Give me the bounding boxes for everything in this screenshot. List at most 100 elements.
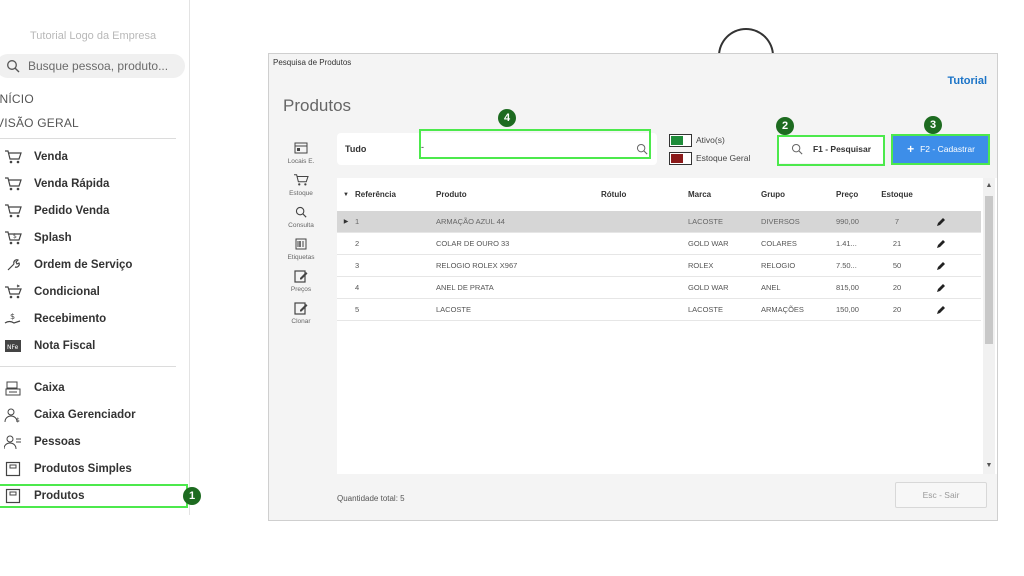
edit-icon[interactable] [916, 261, 966, 271]
sidebar-item-pessoas[interactable]: Pessoas [0, 430, 188, 454]
register-icon [4, 379, 22, 397]
table-row[interactable]: 5 LACOSTE LACOSTE ARMAÇÕES 150,00 20 [337, 299, 981, 321]
cart-arrow-icon [4, 283, 22, 301]
tool-label: Preços [290, 286, 312, 293]
sidebar-item-label: Produtos Simples [34, 463, 132, 475]
cell-produto: LACOSTE [436, 305, 472, 314]
sidebar-item-label: Nota Fiscal [34, 340, 96, 352]
cell-grupo: ARMAÇÕES [761, 305, 804, 314]
column-header-estoque[interactable]: Estoque [878, 190, 916, 199]
hand-money-icon: $ [4, 310, 22, 328]
table-row[interactable]: 2 COLAR DE OURO 33 GOLD WAR COLARES 1.41… [337, 233, 981, 255]
scrollbar-thumb[interactable] [985, 196, 993, 344]
sidebar-item-ordem-servico[interactable]: Ordem de Serviço [0, 253, 188, 277]
tool-label: Estoque [289, 190, 313, 197]
table-row[interactable]: 3 RELOGIO ROLEX X967 ROLEX RELOGIO 7.50.… [337, 255, 981, 277]
exit-button[interactable]: Esc - Sair [895, 482, 987, 508]
highlight-add-button [891, 134, 990, 165]
window-title: Pesquisa de Produtos [273, 58, 352, 67]
box-icon [4, 487, 22, 505]
cart-icon [4, 148, 22, 166]
column-header-referencia[interactable]: Referência [355, 190, 436, 199]
product-search-window: Pesquisa de Produtos Tutorial Produtos L… [268, 53, 998, 521]
cell-ref: 4 [355, 283, 360, 292]
sidebar-item-label: Pedido Venda [34, 205, 110, 217]
sidebar-item-pedido-venda[interactable]: Pedido Venda [0, 199, 188, 223]
cell-grupo: ANEL [761, 283, 781, 292]
cart-icon [4, 202, 22, 220]
cell-marca: GOLD WAR [688, 239, 729, 248]
row-indicator-icon: ▶ [343, 219, 349, 225]
search-icon [7, 60, 20, 73]
sidebar-item-produtos[interactable]: Produtos [0, 484, 188, 508]
cell-marca: LACOSTE [688, 305, 724, 314]
cart-icon [4, 175, 22, 193]
svg-text:$: $ [16, 417, 20, 423]
table-row[interactable]: ▶ 1 ARMAÇÃO AZUL 44 LACOSTE DIVERSOS 990… [337, 211, 981, 233]
cell-ref: 3 [355, 261, 360, 270]
cell-produto: RELOGIO ROLEX X967 [436, 261, 518, 270]
cell-ref: 2 [355, 239, 360, 248]
sidebar-item-label: Pessoas [34, 436, 81, 448]
sidebar-item-produtos-simples[interactable]: Produtos Simples [0, 457, 188, 481]
column-header-rotulo[interactable]: Rótulo [601, 190, 688, 199]
column-header-grupo[interactable]: Grupo [761, 190, 836, 199]
sidebar-item-recebimento[interactable]: $ Recebimento [0, 307, 188, 331]
sidebar-item-nota-fiscal[interactable]: NFe Nota Fiscal [0, 334, 188, 358]
table-scrollbar[interactable]: ▲ ▼ [983, 178, 995, 474]
cell-estoque: 20 [892, 283, 902, 292]
sidebar-item-caixa-gerenciador[interactable]: $ Caixa Gerenciador [0, 403, 188, 427]
products-table: ▼ Referência Produto Rótulo Marca Grupo … [337, 178, 997, 474]
tool-label: Clonar [291, 318, 311, 325]
sort-arrow-icon[interactable]: ▼ [337, 192, 355, 198]
svg-text:NFe: NFe [7, 344, 19, 351]
sidebar-search[interactable]: Busque pessoa, produto... [0, 54, 185, 78]
edit-price-icon [293, 268, 309, 284]
sidebar-divider [0, 138, 176, 139]
sidebar-item-condicional[interactable]: Condicional [0, 280, 188, 304]
sidebar-item-label: Ordem de Serviço [34, 259, 133, 271]
table-row[interactable]: 4 ANEL DE PRATA GOLD WAR ANEL 815,00 20 [337, 277, 981, 299]
toggle-swatch [669, 151, 692, 165]
step-badge-3: 3 [924, 116, 942, 134]
cell-preco: 990,00 [836, 217, 859, 226]
edit-icon[interactable] [916, 283, 966, 293]
sidebar-item-label: Caixa Gerenciador [34, 409, 136, 421]
legend-ativos[interactable]: Ativo(s) [669, 133, 750, 147]
chevron-down-icon[interactable]: ▼ [983, 460, 995, 472]
decorative-arc [718, 28, 774, 56]
cell-preco: 1.41... [836, 239, 857, 248]
edit-icon[interactable] [916, 217, 966, 227]
section-visao-geral[interactable]: VISÃO GERAL [0, 116, 79, 130]
edit-icon[interactable] [916, 305, 966, 315]
cart-dollar-icon: $ [4, 229, 22, 247]
search-icon [293, 204, 309, 220]
highlight-search-input [419, 129, 651, 159]
sidebar-item-venda-rapida[interactable]: Venda Rápida [0, 172, 188, 196]
cell-ref: 1 [355, 217, 360, 226]
column-header-preco[interactable]: Preço [836, 190, 878, 199]
sidebar-item-label: Venda [34, 151, 68, 163]
sidebar-item-caixa[interactable]: Caixa [0, 376, 188, 400]
sidebar-item-splash[interactable]: $ Splash [0, 226, 188, 250]
legend-estoque-geral[interactable]: Estoque Geral [669, 151, 750, 165]
step-badge-4: 4 [498, 109, 516, 127]
chevron-up-icon[interactable]: ▲ [983, 180, 995, 192]
cell-grupo: RELOGIO [761, 261, 796, 270]
cell-produto: COLAR DE OURO 33 [436, 239, 510, 248]
cell-marca: GOLD WAR [688, 283, 729, 292]
tutorial-link[interactable]: Tutorial [947, 75, 987, 87]
edit-icon[interactable] [916, 239, 966, 249]
highlight-search-button [777, 135, 885, 166]
column-header-marca[interactable]: Marca [688, 190, 761, 199]
toggle-swatch [669, 133, 692, 147]
sidebar-item-venda[interactable]: Venda [0, 145, 188, 169]
tool-clonar[interactable]: Clonar [277, 296, 325, 336]
column-header-produto[interactable]: Produto [436, 190, 601, 199]
filter-type-select[interactable]: Tudo [345, 144, 366, 154]
section-inicio[interactable]: INÍCIO [0, 92, 34, 106]
cell-estoque: 7 [894, 217, 900, 226]
main-panel: Tudo - Ativo(s) Estoque Geral F1 - Pesqu… [337, 129, 997, 517]
table-body: ▶ 1 ARMAÇÃO AZUL 44 LACOSTE DIVERSOS 990… [337, 211, 981, 321]
tool-label: Locais E. [287, 158, 315, 165]
